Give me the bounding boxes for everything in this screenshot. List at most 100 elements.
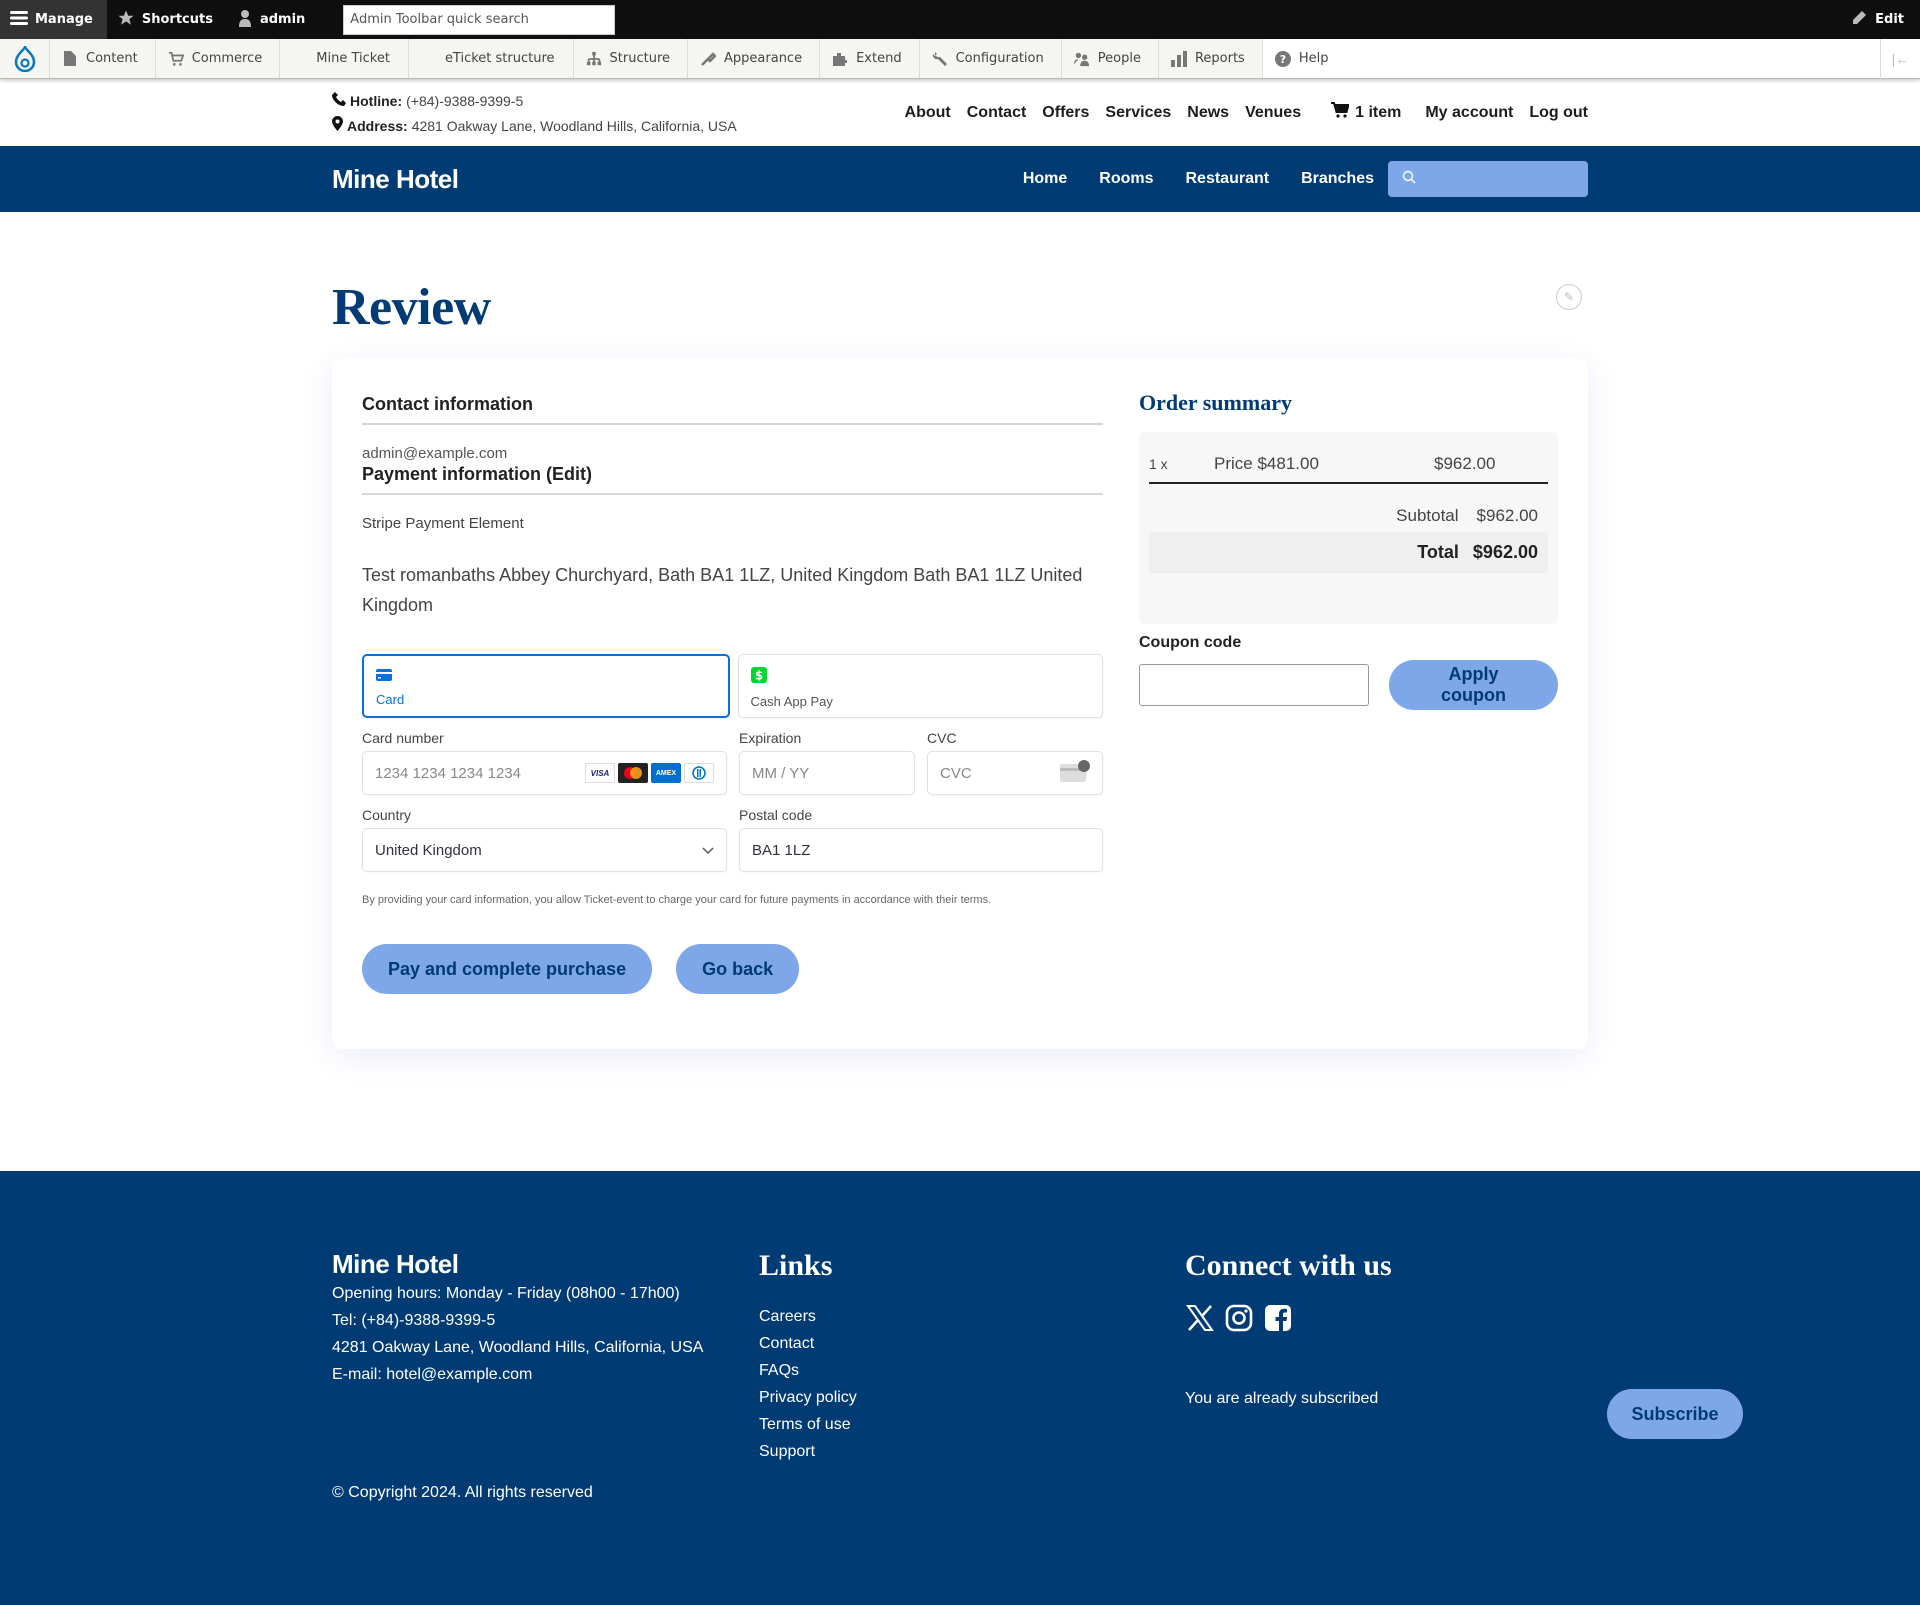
tab-card-label: Card (376, 692, 405, 707)
manage-label: Manage (35, 12, 93, 27)
tray-item-extend[interactable]: Extend (820, 39, 920, 78)
x-icon[interactable] (1185, 1303, 1214, 1332)
tab-cash-app-label: Cash App Pay (750, 694, 833, 709)
tab-cash-app-pay[interactable]: $ Cash App Pay (737, 654, 1103, 718)
cart-icon (1331, 102, 1350, 123)
tray-label: Commerce (191, 51, 263, 66)
connect-heading: Connect with us (1185, 1249, 1392, 1282)
visa-icon: VISA (585, 763, 615, 783)
wrench-icon (932, 51, 948, 67)
diners-icon (684, 763, 714, 783)
credit-card-icon (376, 668, 392, 685)
people-icon (1073, 51, 1090, 67)
admin-tray: Content Commerce Mine Ticket eTicket str… (0, 39, 1920, 79)
tray-item-content[interactable]: Content (50, 39, 156, 78)
nav-rooms[interactable]: Rooms (1099, 170, 1153, 188)
nav-link-offers[interactable]: Offers (1042, 104, 1089, 122)
edit-mode-button[interactable]: Edit (1851, 0, 1904, 39)
tray-label: Reports (1194, 51, 1245, 66)
tray-label: Help (1298, 51, 1329, 66)
tray-label: Content (86, 51, 138, 66)
nav-branches[interactable]: Branches (1301, 170, 1374, 188)
nav-link-news[interactable]: News (1187, 104, 1229, 122)
nav-home[interactable]: Home (1023, 170, 1067, 188)
footer-link-privacy[interactable]: Privacy policy (759, 1384, 857, 1411)
country-select[interactable]: United Kingdom (362, 828, 727, 872)
nav-link-about[interactable]: About (905, 104, 951, 122)
footer-link-terms[interactable]: Terms of use (759, 1411, 857, 1438)
pay-complete-button[interactable]: Pay and complete purchase (362, 944, 653, 994)
collapse-tray-icon[interactable]: |← (1880, 39, 1920, 79)
footer-link-careers[interactable]: Careers (759, 1303, 857, 1330)
cart-icon (168, 51, 184, 67)
user-button[interactable]: admin (227, 0, 319, 39)
apply-coupon-button[interactable]: Apply coupon (1389, 660, 1558, 710)
tray-item-people[interactable]: People (1061, 39, 1159, 78)
address-label: Address: (347, 117, 408, 134)
chevron-down-icon (702, 842, 714, 859)
card-brands: VISA AMEX (585, 763, 714, 783)
contextual-edit-icon[interactable]: ✎ (1556, 284, 1582, 310)
tray-item-configuration[interactable]: Configuration (919, 39, 1062, 78)
logout-link[interactable]: Log out (1529, 104, 1588, 122)
subscribe-button[interactable]: Subscribe (1607, 1389, 1743, 1439)
map-pin-icon (332, 114, 343, 139)
payment-heading[interactable]: Payment information (Edit) (362, 462, 1103, 495)
secondary-nav: About Contact Offers Services News Venue… (905, 102, 1588, 123)
tray-item-eticket-structure[interactable]: eTicket structure (408, 39, 574, 78)
footer-connect: Connect with us (1185, 1249, 1392, 1332)
nav-restaurant[interactable]: Restaurant (1186, 170, 1270, 188)
page-title: Review (332, 279, 491, 336)
tray-item-structure[interactable]: Structure (573, 39, 689, 78)
postal-code-input[interactable]: BA1 1LZ (739, 828, 1103, 872)
payment-method-label: Stripe Payment Element (362, 515, 524, 532)
site-logo[interactable]: Mine Hotel (332, 164, 459, 195)
country-label: Country (362, 807, 412, 823)
country-value: United Kingdom (375, 841, 482, 859)
payment-method-tabs: Card $ Cash App Pay (362, 654, 1103, 718)
tab-card[interactable]: Card (362, 654, 730, 718)
admin-search-input[interactable]: Admin Toolbar quick search (343, 4, 616, 35)
card-number-input[interactable]: 1234 1234 1234 1234 VISA AMEX (362, 751, 727, 795)
tray-label: People (1097, 51, 1141, 66)
drupal-logo-icon[interactable] (0, 39, 50, 78)
expiration-field: Expiration MM / YY (739, 730, 915, 795)
social-links (1185, 1303, 1392, 1332)
order-summary-box: 1 x Price $481.00 $962.00 Subtotal $962.… (1139, 432, 1558, 624)
cvc-input[interactable]: CVC (927, 751, 1103, 795)
postal-code-value: BA1 1LZ (752, 841, 811, 859)
site-search-input[interactable] (1388, 161, 1588, 197)
card-number-field: Card number 1234 1234 1234 1234 VISA AME… (362, 730, 727, 795)
footer-link-contact[interactable]: Contact (759, 1330, 857, 1357)
line-qty: 1 x (1149, 456, 1168, 472)
cvc-field: CVC CVC (927, 730, 1103, 795)
cart-link[interactable]: 1 item (1331, 102, 1401, 123)
nav-link-venues[interactable]: Venues (1245, 104, 1301, 122)
facebook-icon[interactable] (1263, 1303, 1292, 1332)
my-account-link[interactable]: My account (1425, 104, 1513, 122)
manage-button[interactable]: Manage (0, 0, 107, 39)
tray-item-appearance[interactable]: Appearance (688, 39, 821, 78)
go-back-button[interactable]: Go back (676, 944, 800, 994)
subscription-status: You are already subscribed (1185, 1390, 1379, 1407)
footer-link-support[interactable]: Support (759, 1438, 857, 1465)
shortcuts-button[interactable]: Shortcuts (107, 0, 227, 39)
tray-label: Extend (856, 51, 902, 66)
nav-link-services[interactable]: Services (1105, 104, 1171, 122)
card-number-placeholder: 1234 1234 1234 1234 (375, 764, 521, 782)
footer-contact: Mine Hotel Opening hours: Monday - Frida… (332, 1249, 703, 1388)
phone-icon (332, 89, 346, 114)
tray-item-commerce[interactable]: Commerce (155, 39, 281, 78)
order-line-item: 1 x Price $481.00 $962.00 (1149, 452, 1548, 484)
tray-item-mine-ticket[interactable]: Mine Ticket (280, 39, 409, 78)
tray-item-reports[interactable]: Reports (1158, 39, 1263, 78)
expiration-input[interactable]: MM / YY (739, 751, 915, 795)
footer-link-faqs[interactable]: FAQs (759, 1357, 857, 1384)
instagram-icon[interactable] (1224, 1303, 1253, 1332)
file-icon (62, 51, 78, 67)
cvc-placeholder: CVC (940, 764, 972, 782)
brush-icon (700, 51, 717, 67)
tray-item-help[interactable]: ? Help (1262, 39, 1346, 78)
coupon-input[interactable] (1139, 664, 1369, 706)
nav-link-contact[interactable]: Contact (967, 104, 1027, 122)
